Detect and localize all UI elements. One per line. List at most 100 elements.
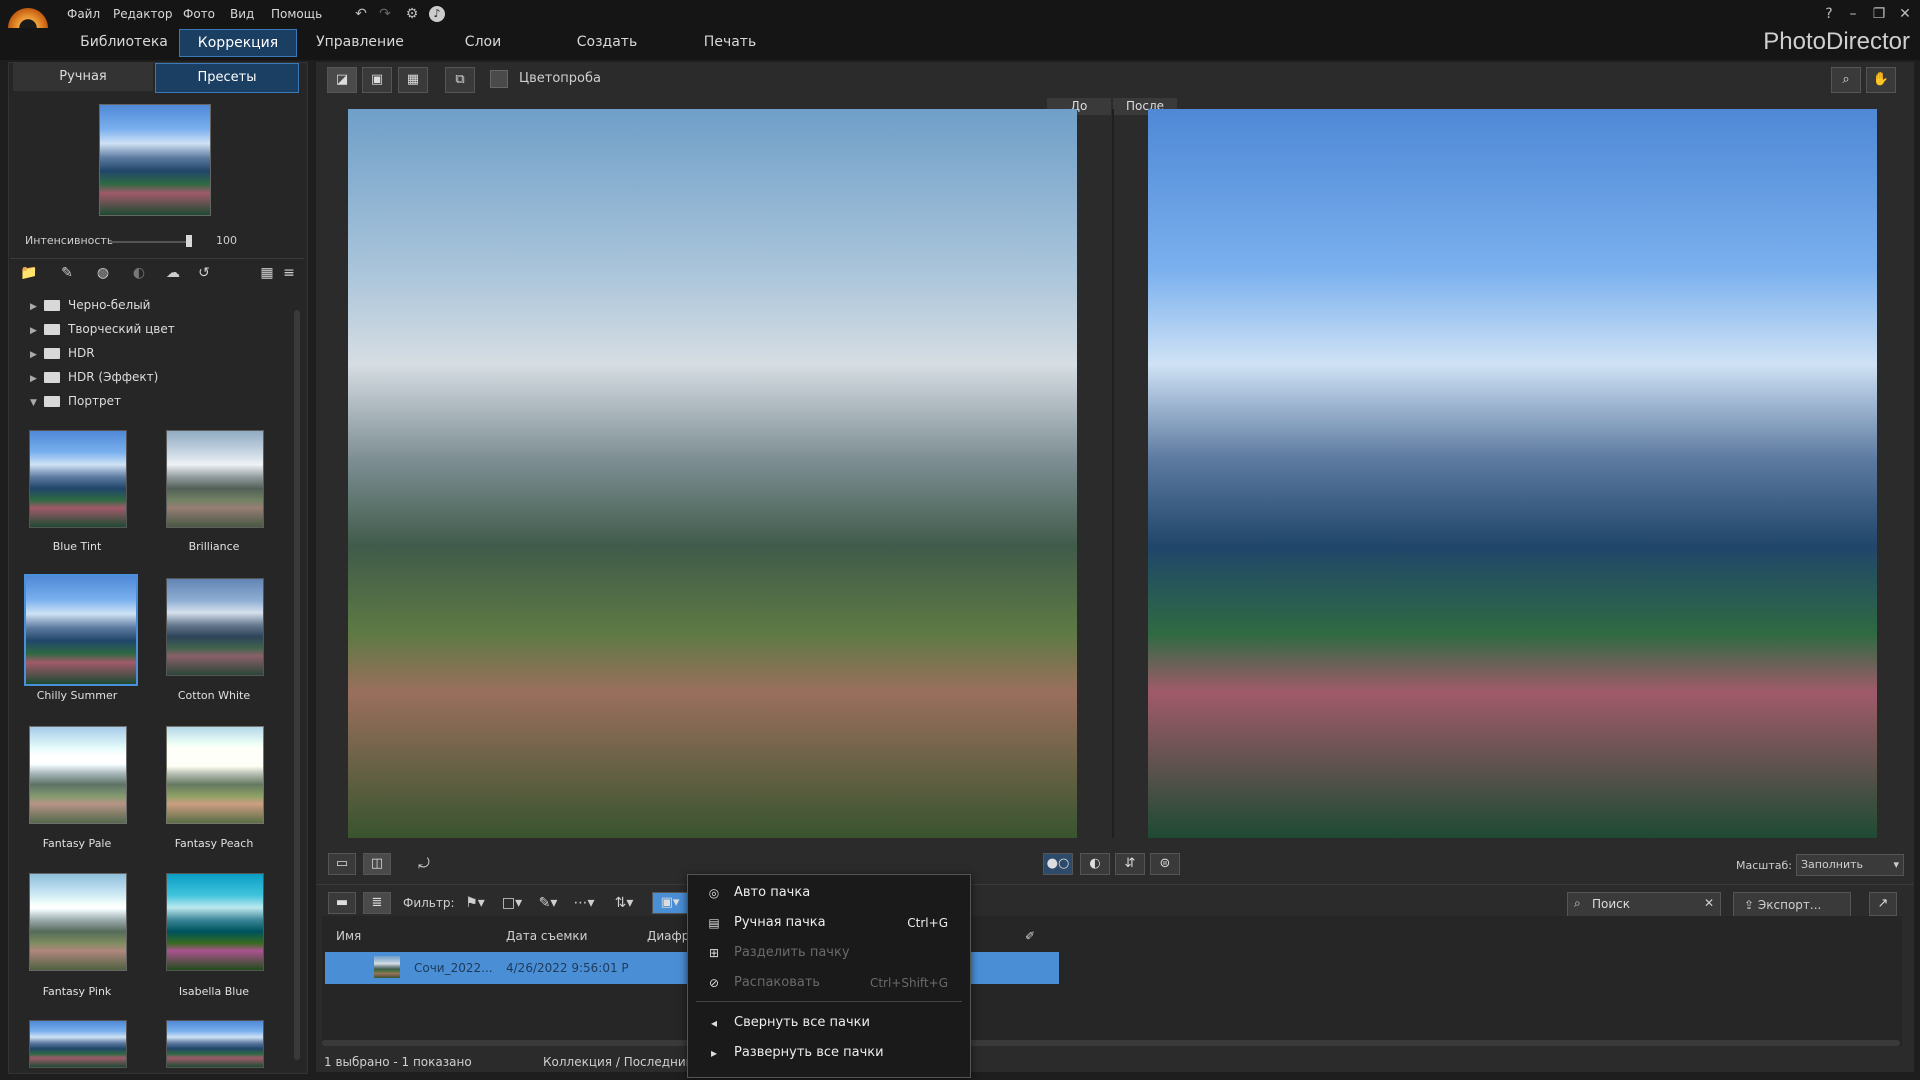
preset-label: Cotton White xyxy=(177,689,251,702)
column-aperture[interactable]: Диафр xyxy=(647,922,689,950)
help-icon[interactable]: ? xyxy=(1820,5,1838,23)
preset-thumb-more[interactable] xyxy=(29,1020,127,1068)
tag-icon[interactable]: ◐ xyxy=(128,262,150,284)
presets-scrollbar[interactable] xyxy=(294,310,300,1060)
notification-bell-icon[interactable]: ♪ xyxy=(429,6,445,22)
compare-mode-1-button[interactable]: ●○ xyxy=(1043,853,1073,875)
detail-view-button[interactable]: ≣ xyxy=(363,892,391,914)
colorprobe-checkbox[interactable] xyxy=(490,70,508,88)
preset-thumb-fantasy-pale[interactable] xyxy=(29,726,127,824)
tab-manage[interactable]: Управление xyxy=(310,29,410,55)
preset-thumb-chilly-summer[interactable] xyxy=(24,574,138,686)
reset-icon[interactable]: ↺ xyxy=(193,262,215,284)
import-preset-icon[interactable]: 📁 xyxy=(18,262,40,284)
list-view-icon[interactable]: ≡ xyxy=(278,262,300,284)
export-button[interactable]: ⇪ Экспорт... xyxy=(1733,892,1851,918)
preset-thumb-brilliance[interactable] xyxy=(166,430,264,528)
brush-icon[interactable]: ✎ xyxy=(56,262,78,284)
minimize-icon[interactable]: – xyxy=(1844,5,1862,23)
menu-editor[interactable]: Редактор xyxy=(113,7,172,21)
filmstrip-large-button[interactable]: ◫ xyxy=(363,853,391,875)
photo-view-button[interactable]: ▣ xyxy=(362,67,392,93)
folder-icon xyxy=(44,300,60,311)
sort-icon[interactable]: ⇅▾ xyxy=(608,892,640,914)
tab-create[interactable]: Создать xyxy=(570,29,644,55)
undo-icon[interactable]: ↶ xyxy=(352,5,370,23)
tab-library[interactable]: Библиотека xyxy=(68,29,180,55)
edit-filter-icon[interactable]: ✎▾ xyxy=(532,892,564,914)
before-photo xyxy=(348,109,1077,838)
menu-file[interactable]: Файл xyxy=(67,7,100,21)
clear-search-icon[interactable]: ✕ xyxy=(1704,896,1714,910)
selection-status: 1 выбрано - 1 показано xyxy=(324,1055,472,1069)
tree-item-portrait[interactable]: ▼ Портрет xyxy=(30,391,121,411)
zoom-icon[interactable]: ⌕ xyxy=(1831,67,1861,93)
preset-label: Fantasy Pale xyxy=(42,837,112,850)
brand-title: PhotoDirector xyxy=(1763,28,1910,55)
menu-item-auto-stack[interactable]: ◎ Авто пачка xyxy=(688,879,970,907)
scale-dropdown[interactable]: Заполнить ▾ xyxy=(1796,854,1904,876)
compare-mode-4-button[interactable]: ⊜ xyxy=(1150,853,1180,875)
settings-gear-icon[interactable]: ⚙ xyxy=(403,5,421,23)
menu-item-collapse-all[interactable]: ◂ Свернуть все пачки xyxy=(688,1009,970,1037)
menu-item-split-stack[interactable]: ⊞ Разделить пачку xyxy=(688,939,970,967)
menu-help[interactable]: Помощь xyxy=(271,7,322,21)
stack-context-menu: ◎ Авто пачка ▤ Ручная пачка Ctrl+G ⊞ Раздели… xyxy=(687,874,971,1078)
manual-stack-icon: ▤ xyxy=(708,916,720,930)
rating-filter-icon[interactable]: ⋯▾ xyxy=(566,892,602,914)
open-external-icon[interactable]: ↗ xyxy=(1869,892,1897,916)
tab-print[interactable]: Печать xyxy=(694,29,766,55)
preset-thumb-blue-tint[interactable] xyxy=(29,430,127,528)
search-input[interactable]: ⌕ Поиск ✕ xyxy=(1567,892,1721,918)
tab-layers[interactable]: Слои xyxy=(448,29,518,55)
compare-divider[interactable] xyxy=(1112,109,1114,838)
menu-item-manual-stack[interactable]: ▤ Ручная пачка Ctrl+G xyxy=(688,909,970,937)
tree-item-bw[interactable]: ▶ Черно-белый xyxy=(30,295,150,315)
export-icon: ⇪ xyxy=(1744,898,1758,912)
intensity-slider-track[interactable] xyxy=(110,241,192,243)
tab-manual[interactable]: Ручная xyxy=(13,63,153,91)
preset-thumb-more[interactable] xyxy=(166,1020,264,1068)
flag-filter-icon[interactable]: ⚑▾ xyxy=(458,892,492,914)
folder-icon xyxy=(44,396,60,407)
tree-item-hdr[interactable]: ▶ HDR xyxy=(30,343,95,363)
compare-view-button[interactable]: ⧉ xyxy=(445,67,475,93)
tree-item-hdr-effect[interactable]: ▶ HDR (Эффект) xyxy=(30,367,158,387)
column-date[interactable]: Дата съемки xyxy=(506,922,587,950)
preset-label: Fantasy Pink xyxy=(42,985,112,998)
preset-thumb-fantasy-pink[interactable] xyxy=(29,873,127,971)
thumb-view-button[interactable]: ▬ xyxy=(328,892,356,914)
stack-button[interactable]: ▣▾ xyxy=(652,892,688,914)
single-view-button[interactable]: ◪ xyxy=(327,67,357,93)
grid-view-icon[interactable]: ▦ xyxy=(256,262,278,284)
restore-icon[interactable]: ❐ xyxy=(1870,5,1888,23)
intensity-value: 100 xyxy=(216,234,237,247)
grid-view-button[interactable]: ▦ xyxy=(398,67,428,93)
grid-scrollbar[interactable] xyxy=(322,1040,1900,1046)
tab-correction[interactable]: Коррекция xyxy=(179,29,297,57)
compare-mode-2-button[interactable]: ◐ xyxy=(1080,853,1110,875)
pan-hand-icon[interactable]: ✋ xyxy=(1866,67,1896,93)
preset-thumb-isabella-blue[interactable] xyxy=(166,873,264,971)
menu-item-expand-all[interactable]: ▸ Развернуть все пачки xyxy=(688,1039,970,1067)
globe-icon[interactable]: ◍ xyxy=(92,262,114,284)
intensity-slider-handle[interactable] xyxy=(186,235,192,247)
preset-thumb-fantasy-peach[interactable] xyxy=(166,726,264,824)
redo-icon[interactable]: ↷ xyxy=(376,5,394,23)
close-icon[interactable]: ✕ xyxy=(1896,5,1914,23)
tab-presets[interactable]: Пресеты xyxy=(155,63,299,93)
color-label-filter-icon[interactable]: □▾ xyxy=(496,892,528,914)
column-name[interactable]: Имя xyxy=(336,922,361,950)
rotate-icon[interactable]: ⤾ xyxy=(413,853,435,875)
edited-column-icon[interactable]: ✐ xyxy=(1025,929,1035,943)
cloud-icon[interactable]: ☁ xyxy=(162,262,184,284)
menu-item-unstack[interactable]: ⊘ Распаковать Ctrl+Shift+G xyxy=(688,969,970,997)
after-photo xyxy=(1148,109,1877,838)
preset-thumb-cotton-white[interactable] xyxy=(166,578,264,676)
menu-photo[interactable]: Фото xyxy=(183,7,215,21)
compare-mode-3-button[interactable]: ⇵ xyxy=(1115,853,1145,875)
tree-item-creative[interactable]: ▶ Творческий цвет xyxy=(30,319,175,339)
split-stack-icon: ⊞ xyxy=(708,946,720,960)
menu-view[interactable]: Вид xyxy=(230,7,254,21)
filmstrip-small-button[interactable]: ▭ xyxy=(328,853,356,875)
